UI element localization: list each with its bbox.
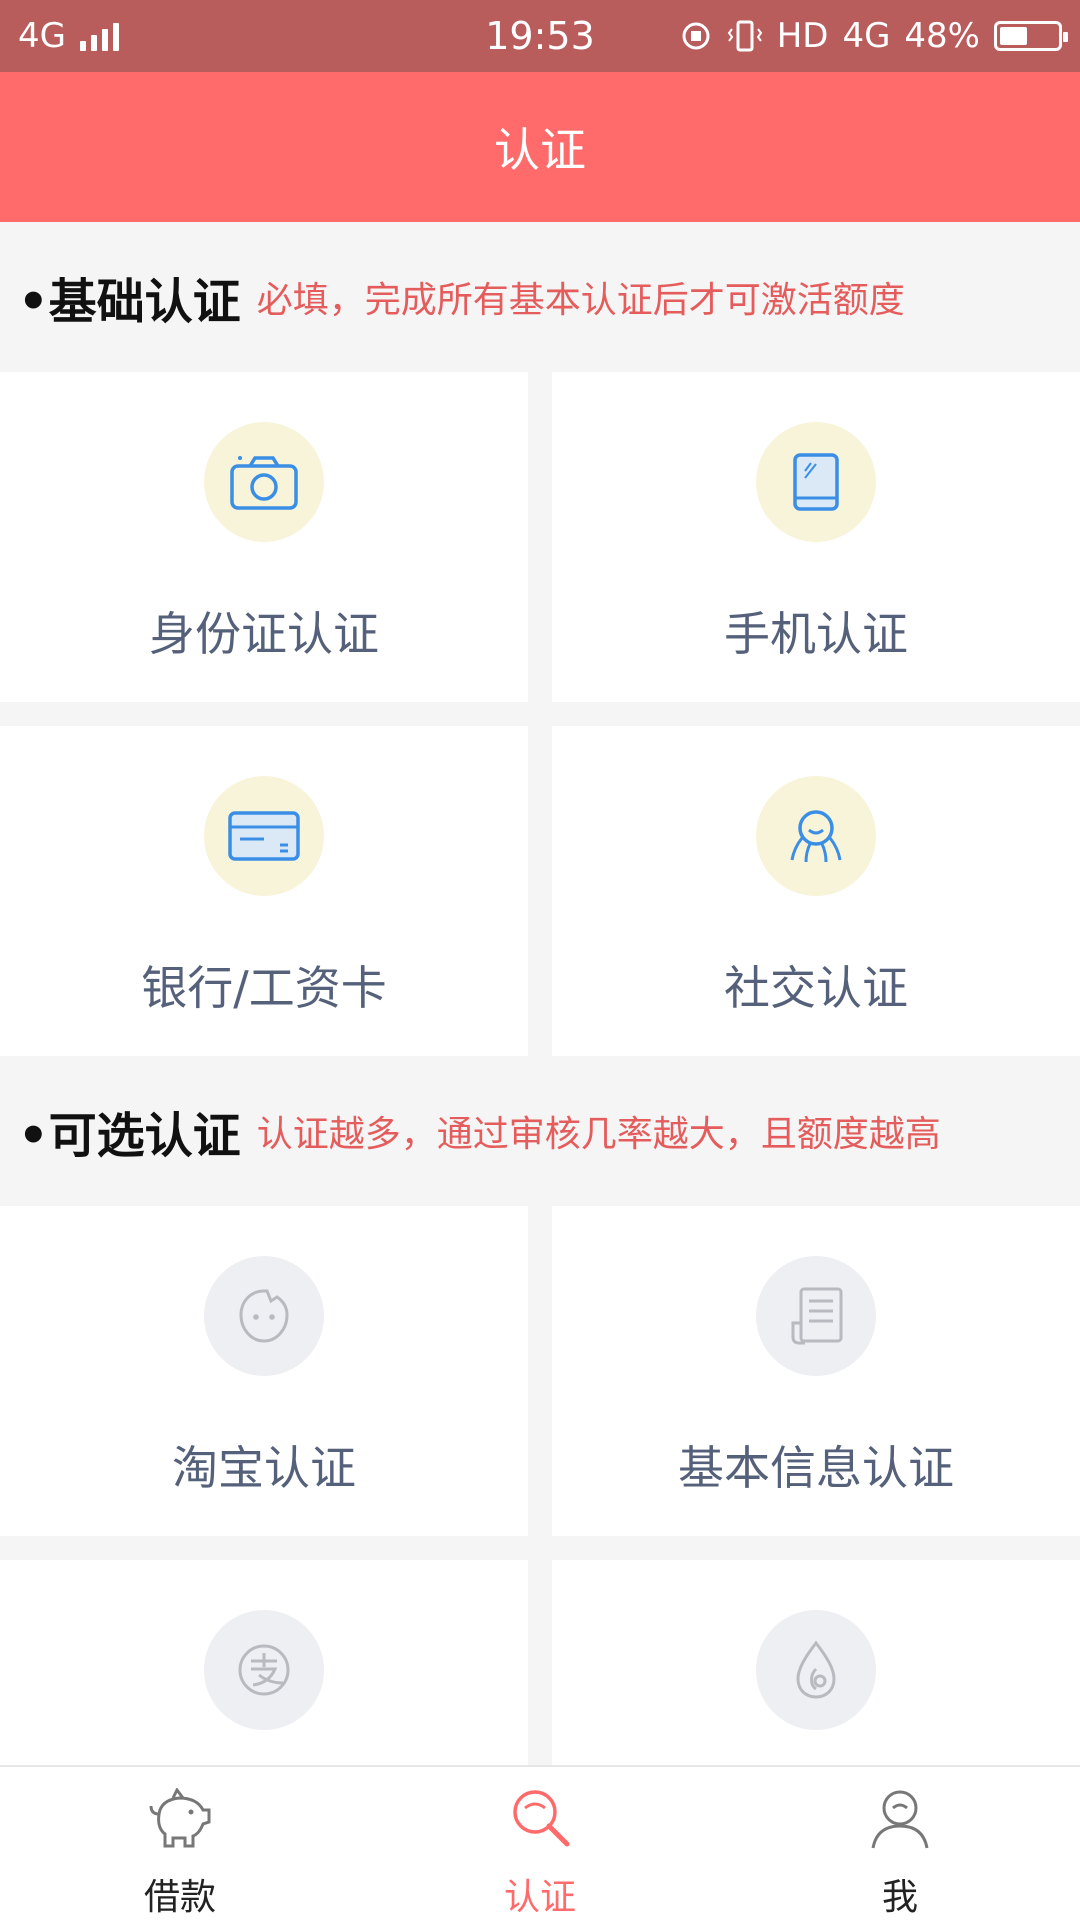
nav-item-loan[interactable]: 借款	[0, 1767, 360, 1920]
basic-section-title: •基础认证	[18, 274, 241, 330]
bank-card-icon	[204, 776, 324, 896]
bottom-nav: 借款 认证 我	[0, 1765, 1080, 1920]
piggy-bank-icon	[144, 1783, 216, 1854]
card-label: 社交认证	[724, 961, 908, 1015]
card-label: 身份证认证	[149, 607, 379, 661]
nav-item-verification[interactable]: 认证	[360, 1767, 720, 1920]
network-type-right: 4G	[842, 16, 891, 56]
card-label: 银行/工资卡	[141, 961, 387, 1015]
rotation-lock-icon	[682, 22, 710, 50]
hd-indicator: HD	[776, 16, 829, 56]
basic-info-verification[interactable]: 基本信息认证	[552, 1206, 1080, 1536]
signal-icon	[79, 21, 119, 51]
tablet-icon	[756, 422, 876, 542]
basic-section-note: 必填，完成所有基本认证后才可激活额度	[256, 280, 905, 321]
optional-section-note: 认证越多，通过审核几率越大，且额度越高	[256, 1114, 941, 1155]
alipay-icon	[204, 1610, 324, 1730]
bank-card-verification[interactable]: 银行/工资卡	[0, 726, 528, 1056]
network-type: 4G	[18, 16, 66, 56]
user-icon	[864, 1783, 936, 1854]
search-icon	[504, 1783, 576, 1854]
document-icon	[756, 1256, 876, 1376]
nav-label: 认证	[503, 1877, 576, 1918]
basic-section-header: •基础认证 必填，完成所有基本认证后才可激活额度	[0, 222, 1080, 372]
card-label: 手机认证	[724, 607, 908, 661]
card-label: 基本信息认证	[678, 1441, 954, 1495]
nav-label: 借款	[143, 1877, 216, 1918]
optional-section-title: •可选认证	[18, 1108, 241, 1164]
nav-label: 我	[881, 1877, 918, 1918]
card-label: 淘宝认证	[172, 1441, 356, 1495]
taobao-verification[interactable]: 淘宝认证	[0, 1206, 528, 1536]
drop-icon	[756, 1610, 876, 1730]
battery-percent: 48%	[904, 16, 980, 56]
id-card-verification[interactable]: 身份证认证	[0, 372, 528, 702]
camera-icon	[204, 422, 324, 542]
phone-verification[interactable]: 手机认证	[552, 372, 1080, 702]
optional-section-header: •可选认证 认证越多，通过审核几率越大，且额度越高	[0, 1056, 1080, 1206]
page-header: 认证	[0, 72, 1080, 222]
battery-icon	[994, 21, 1068, 51]
social-icon	[756, 776, 876, 896]
page-title: 认证	[494, 123, 586, 177]
taobao-icon	[204, 1256, 324, 1376]
nav-item-me[interactable]: 我	[720, 1767, 1080, 1920]
vibrate-icon	[727, 20, 762, 52]
social-verification[interactable]: 社交认证	[552, 726, 1080, 1056]
status-bar: 4G 19:53 HD 4G 48%	[0, 0, 1080, 72]
